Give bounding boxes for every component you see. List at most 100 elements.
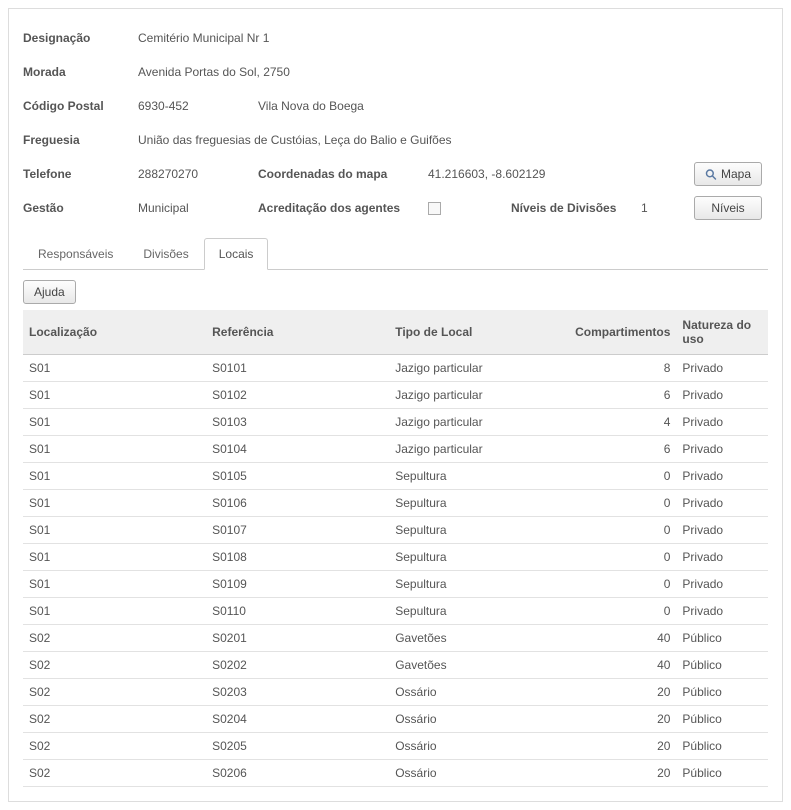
cell-compartimentos: 20 (567, 733, 676, 760)
cell-tipo: Ossário (389, 679, 567, 706)
niveis-button[interactable]: Níveis (694, 196, 762, 220)
table-row[interactable]: S02S0205Ossário20Público (23, 733, 768, 760)
mapa-button[interactable]: Mapa (694, 162, 762, 186)
value-gestao: Municipal (138, 201, 248, 215)
cell-compartimentos: 20 (567, 706, 676, 733)
table-row[interactable]: S01S0107Sepultura0Privado (23, 517, 768, 544)
cell-natureza: Privado (676, 598, 768, 625)
cell-localizacao: S02 (23, 760, 206, 787)
toolbar: Ajuda (23, 280, 768, 304)
cell-tipo: Ossário (389, 760, 567, 787)
value-niveis: 1 (641, 201, 648, 215)
cell-compartimentos: 0 (567, 490, 676, 517)
label-codigo-postal: Código Postal (23, 99, 128, 113)
th-natureza[interactable]: Natureza do uso (676, 310, 768, 355)
cell-localizacao: S01 (23, 436, 206, 463)
cell-localizacao: S01 (23, 544, 206, 571)
table-row[interactable]: S01S0101Jazigo particular8Privado (23, 355, 768, 382)
th-compartimentos[interactable]: Compartimentos (567, 310, 676, 355)
table-row[interactable]: S01S0102Jazigo particular6Privado (23, 382, 768, 409)
cell-referencia: S0107 (206, 517, 389, 544)
cell-referencia: S0102 (206, 382, 389, 409)
cell-compartimentos: 0 (567, 544, 676, 571)
table-row[interactable]: S01S0105Sepultura0Privado (23, 463, 768, 490)
cell-natureza: Privado (676, 490, 768, 517)
cell-natureza: Privado (676, 409, 768, 436)
cell-localizacao: S02 (23, 733, 206, 760)
table-row[interactable]: S01S0109Sepultura0Privado (23, 571, 768, 598)
cell-tipo: Gavetões (389, 652, 567, 679)
cell-referencia: S0104 (206, 436, 389, 463)
table-row[interactable]: S01S0103Jazigo particular4Privado (23, 409, 768, 436)
label-freguesia: Freguesia (23, 133, 128, 147)
cell-referencia: S0105 (206, 463, 389, 490)
cell-localizacao: S01 (23, 382, 206, 409)
cell-natureza: Privado (676, 544, 768, 571)
cell-natureza: Público (676, 625, 768, 652)
cell-tipo: Jazigo particular (389, 382, 567, 409)
row-morada: Morada Avenida Portas do Sol, 2750 (23, 55, 768, 89)
value-designacao: Cemitério Municipal Nr 1 (138, 31, 269, 45)
cell-compartimentos: 4 (567, 409, 676, 436)
cell-referencia: S0203 (206, 679, 389, 706)
tab-locais[interactable]: Locais (204, 238, 269, 270)
cell-natureza: Público (676, 760, 768, 787)
row-designacao: Designação Cemitério Municipal Nr 1 (23, 21, 768, 55)
table-row[interactable]: S02S0201Gavetões40Público (23, 625, 768, 652)
cell-referencia: S0201 (206, 625, 389, 652)
cell-natureza: Privado (676, 382, 768, 409)
value-codigo-postal: 6930-452 (138, 99, 248, 113)
table-row[interactable]: S02S0204Ossário20Público (23, 706, 768, 733)
cell-localizacao: S01 (23, 598, 206, 625)
row-codigo-postal: Código Postal 6930-452 Vila Nova do Boeg… (23, 89, 768, 123)
tabs: Responsáveis Divisões Locais (23, 237, 768, 270)
value-morada: Avenida Portas do Sol, 2750 (138, 65, 290, 79)
cell-tipo: Jazigo particular (389, 355, 567, 382)
tab-responsaveis[interactable]: Responsáveis (23, 238, 128, 270)
label-gestao: Gestão (23, 201, 128, 215)
details-panel: Designação Cemitério Municipal Nr 1 Mora… (8, 8, 783, 802)
cell-tipo: Gavetões (389, 625, 567, 652)
th-tipo[interactable]: Tipo de Local (389, 310, 567, 355)
cell-localizacao: S01 (23, 490, 206, 517)
table-row[interactable]: S01S0106Sepultura0Privado (23, 490, 768, 517)
label-acreditacao: Acreditação dos agentes (258, 201, 418, 215)
cell-compartimentos: 0 (567, 598, 676, 625)
acreditacao-checkbox[interactable] (428, 202, 441, 215)
cell-referencia: S0204 (206, 706, 389, 733)
cell-compartimentos: 6 (567, 436, 676, 463)
cell-referencia: S0101 (206, 355, 389, 382)
cell-natureza: Público (676, 733, 768, 760)
table-row[interactable]: S02S0202Gavetões40Público (23, 652, 768, 679)
th-localizacao[interactable]: Localização (23, 310, 206, 355)
row-gestao: Gestão Municipal Acreditação dos agentes… (23, 191, 768, 225)
cell-tipo: Sepultura (389, 463, 567, 490)
cell-referencia: S0205 (206, 733, 389, 760)
table-row[interactable]: S01S0110Sepultura0Privado (23, 598, 768, 625)
tab-divisoes[interactable]: Divisões (128, 238, 203, 270)
cell-tipo: Sepultura (389, 490, 567, 517)
form-rows: Designação Cemitério Municipal Nr 1 Mora… (23, 21, 768, 225)
cell-compartimentos: 40 (567, 652, 676, 679)
cell-tipo: Jazigo particular (389, 409, 567, 436)
table-row[interactable]: S01S0104Jazigo particular6Privado (23, 436, 768, 463)
table-row[interactable]: S01S0108Sepultura0Privado (23, 544, 768, 571)
cell-tipo: Sepultura (389, 544, 567, 571)
cell-referencia: S0206 (206, 760, 389, 787)
ajuda-button[interactable]: Ajuda (23, 280, 76, 304)
label-coordenadas: Coordenadas do mapa (258, 167, 418, 181)
cell-compartimentos: 20 (567, 760, 676, 787)
cell-natureza: Privado (676, 571, 768, 598)
cell-localizacao: S02 (23, 706, 206, 733)
cell-tipo: Ossário (389, 706, 567, 733)
table-row[interactable]: S02S0206Ossário20Público (23, 760, 768, 787)
table-row[interactable]: S02S0203Ossário20Público (23, 679, 768, 706)
cell-referencia: S0202 (206, 652, 389, 679)
table-header-row: Localização Referência Tipo de Local Com… (23, 310, 768, 355)
cell-compartimentos: 8 (567, 355, 676, 382)
cell-localizacao: S01 (23, 517, 206, 544)
cell-localizacao: S01 (23, 571, 206, 598)
cell-compartimentos: 0 (567, 517, 676, 544)
th-referencia[interactable]: Referência (206, 310, 389, 355)
cell-localizacao: S02 (23, 625, 206, 652)
